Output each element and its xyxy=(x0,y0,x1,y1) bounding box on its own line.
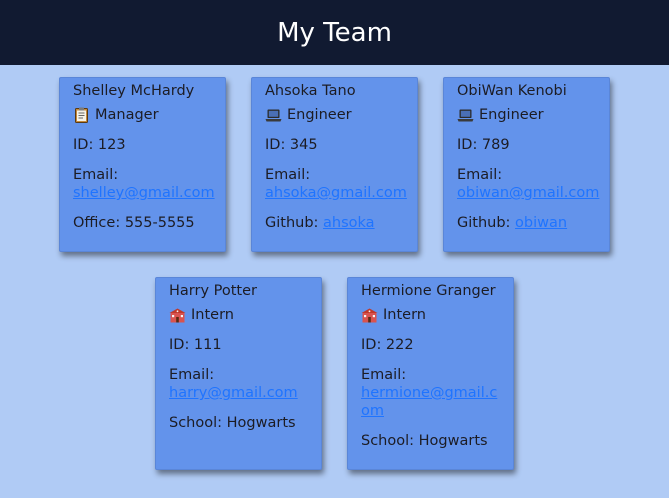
employee-id: ID: 111 xyxy=(169,337,222,353)
github-label: Github: xyxy=(457,215,511,231)
role-label: Intern xyxy=(383,307,426,323)
employee-name: Ahsoka Tano xyxy=(265,83,356,99)
employee-card-engineer: Ahsoka Tano Engineer ID: 345 Email: ahso… xyxy=(251,77,418,252)
email-link[interactable]: hermione@gmail.com xyxy=(361,385,497,419)
role-label: Intern xyxy=(191,307,234,323)
employee-email: Email: harry@gmail.com xyxy=(169,366,313,402)
employee-github: Github: obiwan xyxy=(457,214,601,232)
employee-id: ID: 123 xyxy=(73,137,126,153)
employee-email: Email: hermione@gmail.com xyxy=(361,366,505,420)
employee-name: Shelley McHardy xyxy=(73,83,195,99)
email-label: Email: xyxy=(361,367,407,383)
employee-role: Manager xyxy=(73,106,217,124)
github-link[interactable]: obiwan xyxy=(515,215,567,231)
employee-id: ID: 222 xyxy=(361,337,414,353)
github-label: Github: xyxy=(265,215,319,231)
role-label: Manager xyxy=(95,107,159,123)
employee-name: Hermione Granger xyxy=(361,283,496,299)
laptop-icon xyxy=(457,109,474,122)
employee-card-intern: Harry Potter Intern ID: 111 Email: harry… xyxy=(155,277,322,470)
email-label: Email: xyxy=(457,167,503,183)
employee-school: School: Hogwarts xyxy=(361,433,488,449)
email-link[interactable]: obiwan@gmail.com xyxy=(457,185,599,201)
clipboard-icon xyxy=(73,107,90,123)
employee-role: Engineer xyxy=(457,106,601,124)
email-label: Email: xyxy=(265,167,311,183)
employee-card-intern: Hermione Granger Intern ID: 222 Email: h… xyxy=(347,277,514,470)
employee-email: Email: ahsoka@gmail.com xyxy=(265,166,409,202)
email-link[interactable]: harry@gmail.com xyxy=(169,385,298,401)
school-icon xyxy=(361,308,378,323)
employee-school: School: Hogwarts xyxy=(169,415,296,431)
employee-office: Office: 555-5555 xyxy=(73,215,195,231)
email-label: Email: xyxy=(73,167,119,183)
employee-id: ID: 345 xyxy=(265,137,318,153)
employee-card-engineer: ObiWan Kenobi Engineer ID: 789 Email: ob… xyxy=(443,77,610,252)
employee-github: Github: ahsoka xyxy=(265,214,409,232)
page-title: My Team xyxy=(277,17,392,48)
page-header: My Team xyxy=(0,0,669,65)
employee-name: Harry Potter xyxy=(169,283,257,299)
email-label: Email: xyxy=(169,367,215,383)
employee-role: Engineer xyxy=(265,106,409,124)
email-link[interactable]: shelley@gmail.com xyxy=(73,185,215,201)
employee-role: Intern xyxy=(361,306,505,324)
email-link[interactable]: ahsoka@gmail.com xyxy=(265,185,407,201)
employee-card-manager: Shelley McHardy Manager ID: 123 Email: s… xyxy=(59,77,226,252)
laptop-icon xyxy=(265,109,282,122)
employee-role: Intern xyxy=(169,306,313,324)
employee-email: Email: shelley@gmail.com xyxy=(73,166,217,202)
employee-email: Email: obiwan@gmail.com xyxy=(457,166,601,202)
employee-id: ID: 789 xyxy=(457,137,510,153)
school-icon xyxy=(169,308,186,323)
employee-name: ObiWan Kenobi xyxy=(457,83,567,99)
role-label: Engineer xyxy=(479,107,544,123)
github-link[interactable]: ahsoka xyxy=(323,215,375,231)
role-label: Engineer xyxy=(287,107,352,123)
